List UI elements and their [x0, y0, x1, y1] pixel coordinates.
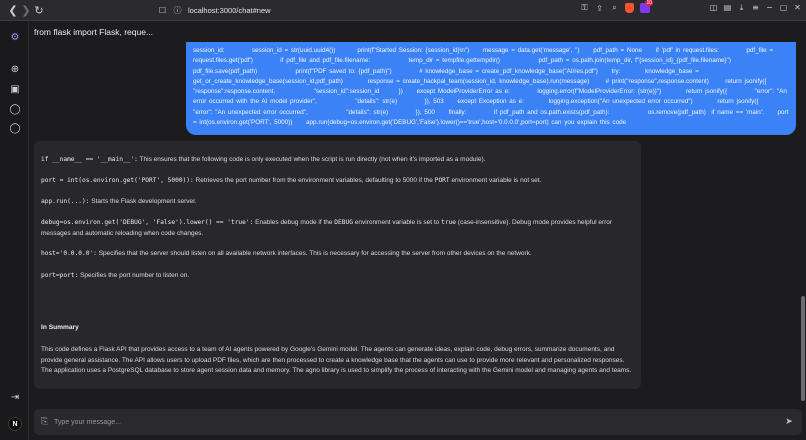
- bookmark-icon[interactable]: ☐: [158, 6, 167, 15]
- inline-code: PORT: [434, 177, 450, 184]
- zoom-icon[interactable]: ⌕: [610, 3, 619, 13]
- reload-icon[interactable]: ↻: [31, 2, 47, 18]
- answer-paragraph: port=port: Specifies the port number to …: [41, 271, 631, 282]
- menu-icon[interactable]: ≡: [751, 3, 760, 12]
- sidebar-toggle-icon[interactable]: ◫: [709, 3, 718, 12]
- maximize-icon[interactable]: ▢: [779, 3, 788, 12]
- page-title: from flask import Flask, reque...: [34, 26, 154, 37]
- app-sidebar: ⚙ ⊕ ▣ ◯ ◯ ⇥ N: [0, 21, 29, 440]
- url-text[interactable]: localhost:3000/chat#new: [188, 6, 271, 15]
- paragraph-text: Specifies that the server should listen …: [96, 250, 532, 257]
- message-composer: ⎘ ➤: [34, 409, 802, 435]
- user-message-bubble: session_id: session_id = str(uuid.uuid4(…: [186, 42, 796, 135]
- paragraph-text: This ensures that the following code is …: [137, 156, 486, 163]
- inline-code: port = int(os.environ.get('PORT', 5000))…: [41, 177, 194, 184]
- avatar[interactable]: N: [8, 417, 22, 431]
- inline-code: debug=os.environ.get('DEBUG', 'False').l…: [41, 219, 254, 226]
- new-chat-icon[interactable]: ⊕: [9, 63, 21, 75]
- summary-text: This code defines a Flask API that provi…: [41, 346, 632, 374]
- inline-code: host='0.0.0.0':: [41, 250, 97, 257]
- wallet-icon[interactable]: ▤: [723, 3, 732, 12]
- logout-icon[interactable]: ⇥: [9, 391, 21, 403]
- assistant-message: if __name__ == '__main__': This ensures …: [34, 141, 641, 389]
- chat-bubble-icon[interactable]: ◯: [9, 122, 21, 134]
- inline-code: port=port:: [41, 272, 79, 279]
- answer-paragraph: app.run(...): Starts the Flask developme…: [41, 197, 631, 208]
- answer-paragraph: host='0.0.0.0': Specifies that the serve…: [41, 249, 631, 260]
- extension-badge: 10: [645, 0, 653, 6]
- user-message-text: session_id: session_id = str(uuid.uuid4(…: [193, 47, 795, 127]
- inline-code: true: [441, 219, 456, 226]
- chat-header: from flask import Flask, reque...: [29, 21, 806, 42]
- paragraph-text: Starts the Flask development server.: [89, 198, 197, 205]
- inline-code: if __name__ == '__main__':: [41, 156, 138, 163]
- send-icon[interactable]: ➤: [782, 415, 796, 429]
- inline-code: DEBUG: [334, 219, 353, 226]
- scrollbar-thumb[interactable]: [801, 296, 805, 401]
- extension-icon[interactable]: 10: [640, 0, 653, 13]
- message-input[interactable]: [54, 415, 774, 429]
- browser-toolbar: ❮ ❯ ↻ ☐ ⓘ localhost:3000/chat#new ⚿ ⇪ ⌕ …: [0, 0, 806, 21]
- inline-code: app.run(...):: [41, 198, 90, 205]
- chat-history-icon[interactable]: ▣: [9, 83, 21, 95]
- chat-scrollbar[interactable]: [800, 42, 806, 438]
- share-icon[interactable]: ⇪: [595, 4, 604, 13]
- paragraph-text: Specifies the port number to listen on.: [78, 272, 190, 279]
- paragraph-text: Enables debug mode if the: [253, 219, 335, 226]
- download-icon[interactable]: ⤓: [737, 3, 746, 12]
- answer-paragraph: if __name__ == '__main__': This ensures …: [41, 155, 631, 166]
- close-icon[interactable]: ✕: [793, 3, 802, 12]
- paragraph-text: environment variable is set to: [352, 219, 442, 226]
- bot-logo-icon[interactable]: ⚙: [9, 31, 21, 43]
- brave-shields-icon[interactable]: [625, 3, 634, 13]
- site-info-icon[interactable]: ⓘ: [173, 6, 182, 15]
- summary-heading: In Summary: [41, 324, 79, 331]
- key-icon[interactable]: ⚿: [580, 3, 589, 13]
- attach-file-icon[interactable]: ⎘: [39, 416, 50, 428]
- answer-paragraph: debug=os.environ.get('DEBUG', 'False').l…: [41, 218, 631, 239]
- paragraph-text: environment variable is not set.: [449, 177, 542, 184]
- answer-paragraph: port = int(os.environ.get('PORT', 5000))…: [41, 176, 631, 187]
- paragraph-text: Retrieves the port number from the envir…: [193, 177, 435, 184]
- address-bar[interactable]: ☐ ⓘ localhost:3000/chat#new: [158, 3, 271, 18]
- minimize-icon[interactable]: −: [765, 3, 774, 12]
- chat-bubble-icon[interactable]: ◯: [9, 103, 21, 115]
